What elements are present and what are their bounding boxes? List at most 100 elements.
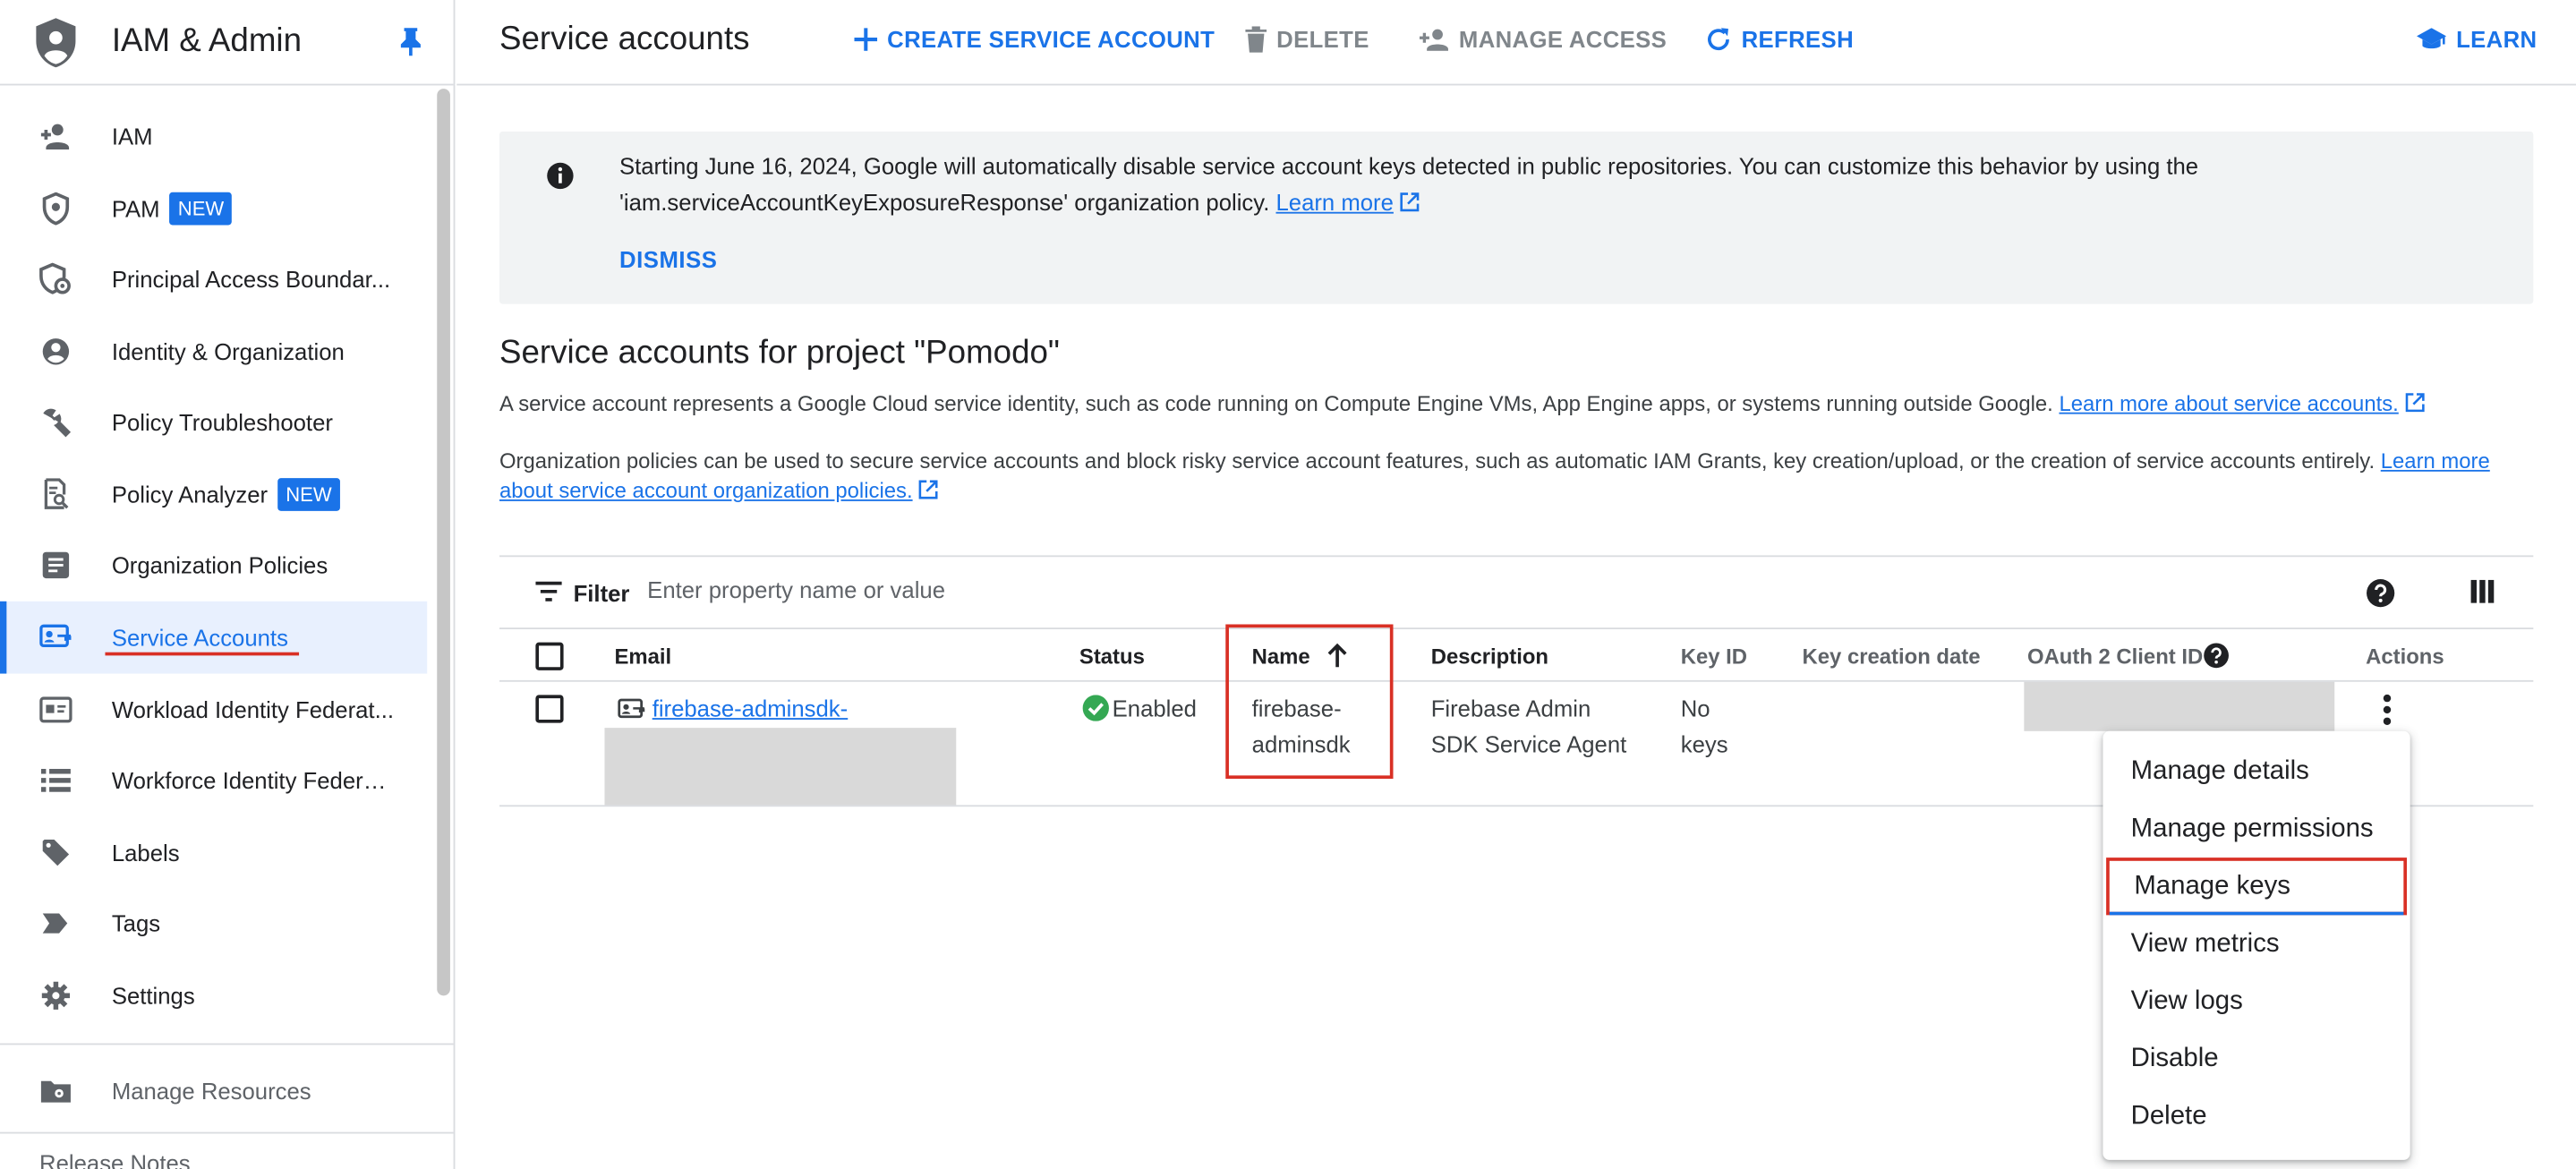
sidebar-scrollbar[interactable]: [437, 89, 450, 996]
desc2-text: Organization policies can be used to sec…: [499, 448, 2376, 474]
sidebar-item-principal-access-boundary[interactable]: Principal Access Boundar...: [0, 243, 427, 316]
banner-text-line2: 'iam.serviceAccountKeyExposureResponse' …: [618, 189, 1270, 216]
page-title: Service accounts: [499, 21, 750, 58]
sidebar-item-label: Service Accounts: [111, 624, 288, 651]
shield-settings-icon: [39, 262, 73, 296]
menu-item-disable[interactable]: Disable: [2103, 1030, 2410, 1088]
tag-icon: [39, 836, 73, 869]
wrench-icon: [39, 405, 73, 439]
menu-item-view-metrics[interactable]: View metrics: [2103, 915, 2410, 972]
redacted-email-remainder: [604, 728, 957, 806]
sidebar-item-manage-resources[interactable]: Manage Resources: [0, 1054, 427, 1127]
filter-icon: [535, 581, 562, 602]
description-cell-line1: Firebase Admin: [1430, 695, 1591, 721]
key-exposure-banner: Starting June 16, 2024, Google will auto…: [499, 131, 2534, 304]
service-account-icon: [618, 698, 645, 719]
sidebar-item-label: Policy Troubleshooter: [111, 409, 333, 436]
menu-item-manage-details[interactable]: Manage details: [2103, 743, 2410, 800]
menu-item-view-logs[interactable]: View logs: [2103, 973, 2410, 1030]
sidebar-header: IAM & Admin: [0, 0, 454, 86]
active-item-red-underline: [105, 652, 300, 656]
service-account-description: A service account represents a Google Cl…: [499, 389, 2521, 419]
sidebar-item-release-notes[interactable]: Release Notes: [39, 1150, 191, 1169]
document-search-icon: [39, 478, 73, 511]
external-link-icon: [919, 480, 939, 499]
top-toolbar: Service accounts CREATE SERVICE ACCOUNT …: [456, 0, 2576, 86]
id-card-icon: [39, 694, 73, 727]
sidebar-item-tags[interactable]: Tags: [0, 887, 427, 960]
person-add-icon: [1419, 29, 1448, 51]
sidebar-item-organization-policies[interactable]: Organization Policies: [0, 529, 427, 602]
check-circle-icon: [1082, 695, 1109, 721]
banner-learn-more-link[interactable]: Learn more: [1275, 189, 1393, 215]
manage-access-button[interactable]: MANAGE ACCESS: [1419, 26, 1668, 53]
learn-button[interactable]: LEARN: [2417, 26, 2537, 53]
sidebar-item-label: Labels: [111, 839, 180, 866]
shield-icon: [39, 192, 73, 226]
new-badge: NEW: [169, 192, 233, 226]
sidebar-item-label: Organization Policies: [111, 551, 328, 579]
sidebar-item-policy-troubleshooter[interactable]: Policy Troubleshooter: [0, 386, 427, 458]
sidebar-item-workforce-identity-federation[interactable]: Workforce Identity Federa...: [0, 744, 427, 816]
sidebar-item-label: Settings: [111, 982, 195, 1009]
menu-item-delete[interactable]: Delete: [2103, 1088, 2410, 1145]
sidebar-item-label: Tags: [111, 909, 161, 937]
column-header-email[interactable]: Email: [614, 644, 671, 670]
external-link-icon: [1400, 192, 1420, 212]
sidebar-item-label: Workload Identity Federat...: [111, 696, 395, 723]
gear-icon: [39, 979, 73, 1012]
sidebar-item-identity-organization[interactable]: Identity & Organization: [0, 315, 427, 388]
learn-more-service-accounts-link[interactable]: Learn more about service accounts.: [2059, 391, 2398, 416]
column-header-description[interactable]: Description: [1431, 644, 1548, 670]
section-title: Service accounts for project "Pomodo": [499, 335, 1060, 371]
plus-icon: [854, 28, 878, 51]
sidebar-item-service-accounts[interactable]: Service Accounts: [0, 601, 428, 674]
row-checkbox[interactable]: [535, 695, 564, 723]
sidebar-item-settings[interactable]: Settings: [0, 960, 427, 1032]
sidebar-item-label: PAM: [111, 195, 160, 222]
create-service-account-button[interactable]: CREATE SERVICE ACCOUNT: [854, 26, 1215, 53]
help-icon[interactable]: [2203, 643, 2229, 669]
iam-shield-logo-icon: [36, 17, 76, 67]
sidebar-divider: [0, 1131, 454, 1134]
menu-item-manage-permissions[interactable]: Manage permissions: [2103, 800, 2410, 858]
filter-input[interactable]: [647, 576, 1305, 603]
dismiss-button[interactable]: DISMISS: [619, 246, 718, 272]
select-all-checkbox[interactable]: [535, 642, 564, 670]
sidebar-item-workload-identity-federation[interactable]: Workload Identity Federat...: [0, 674, 427, 747]
column-header-status[interactable]: Status: [1079, 644, 1145, 670]
pin-icon[interactable]: [397, 26, 423, 56]
account-circle-icon: [39, 335, 73, 368]
actions-menu: Manage details Manage permissions Manage…: [2103, 730, 2410, 1160]
folder-settings-icon: [39, 1074, 73, 1107]
more-vert-icon[interactable]: [2382, 694, 2392, 727]
column-display-icon[interactable]: [2469, 578, 2495, 604]
table-header: Email Status Name Description Key ID Key…: [499, 629, 2534, 682]
sidebar-item-iam[interactable]: IAM: [0, 100, 427, 173]
menu-item-manage-keys[interactable]: Manage keys: [2106, 858, 2408, 916]
sidebar: IAM & Admin IAM PAM NEW Principal Access…: [0, 0, 456, 1169]
org-policy-description: Organization policies can be used to sec…: [499, 447, 2521, 506]
learn-more-org-policies-link-cont[interactable]: about service account organization polic…: [499, 478, 913, 503]
label-arrow-icon: [39, 907, 73, 940]
sidebar-item-labels[interactable]: Labels: [0, 816, 427, 889]
status-text: Enabled: [1112, 695, 1197, 721]
column-header-key-id[interactable]: Key ID: [1681, 644, 1747, 670]
banner-text: Starting June 16, 2024, Google will auto…: [619, 148, 2262, 220]
banner-text-line1: Starting June 16, 2024, Google will auto…: [618, 152, 2199, 180]
sidebar-item-pam[interactable]: PAM NEW: [0, 173, 427, 245]
sidebar-item-label: Principal Access Boundar...: [111, 266, 391, 293]
sidebar-item-policy-analyzer[interactable]: Policy Analyzer NEW: [0, 458, 427, 531]
delete-button[interactable]: DELETE: [1245, 26, 1369, 53]
manage-access-label: MANAGE ACCESS: [1458, 26, 1668, 53]
service-account-email-link[interactable]: firebase-adminsdk-: [653, 690, 849, 726]
column-header-oauth-client-id[interactable]: OAuth 2 Client ID: [2027, 644, 2203, 670]
school-icon: [2417, 28, 2447, 49]
refresh-label: REFRESH: [1741, 26, 1854, 53]
filter-label: Filter: [573, 579, 630, 607]
help-icon[interactable]: [2366, 578, 2395, 608]
column-header-key-creation-date[interactable]: Key creation date: [1803, 644, 1981, 670]
learn-more-org-policies-link[interactable]: Learn more: [2381, 448, 2490, 474]
name-column-highlight-box: [1225, 624, 1394, 780]
refresh-button[interactable]: REFRESH: [1705, 26, 1854, 53]
